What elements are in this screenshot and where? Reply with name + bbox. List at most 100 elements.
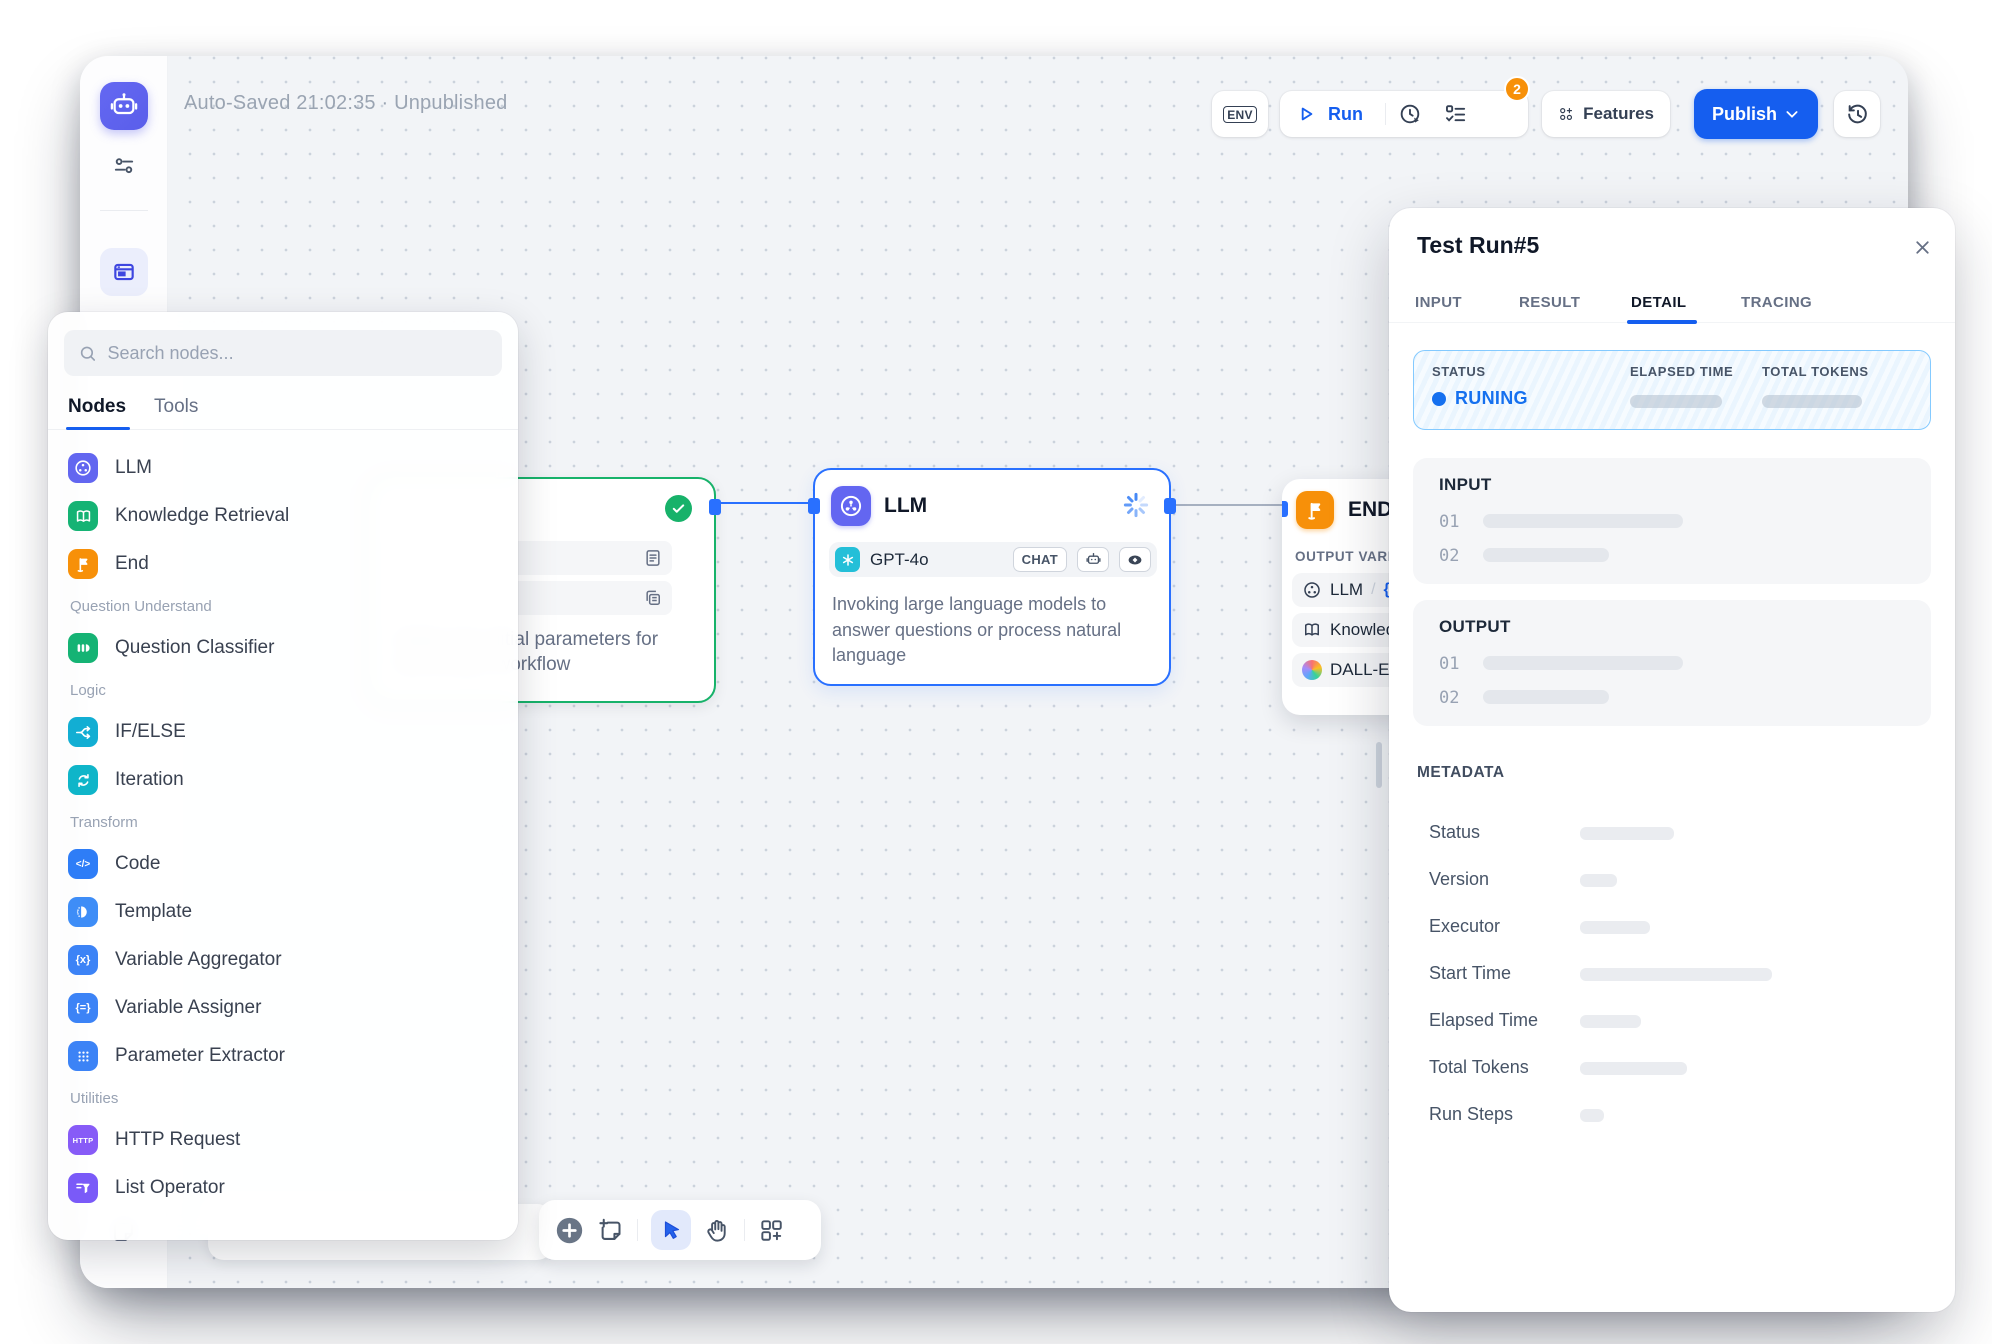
line-number: 02 <box>1439 546 1459 566</box>
tab-tools[interactable]: Tools <box>154 396 198 418</box>
search-box[interactable] <box>64 330 502 376</box>
canvas-control-toolbar <box>539 1200 821 1260</box>
run-toolbar-group: Run <box>1280 91 1528 137</box>
node-item-template[interactable]: Template <box>68 892 192 932</box>
section-header: Logic <box>70 682 106 699</box>
metadata-label: Total Tokens <box>1429 1057 1529 1078</box>
features-button[interactable]: Features <box>1542 91 1670 137</box>
node-item-knowledge-retrieval[interactable]: Knowledge Retrieval <box>68 496 289 536</box>
metadata-title: METADATA <box>1417 764 1505 782</box>
node-item-list-operator[interactable]: List Operator <box>68 1168 225 1208</box>
app-logo-robot-icon[interactable] <box>100 82 148 130</box>
success-check-icon <box>665 495 692 522</box>
tab-input[interactable]: INPUT <box>1415 294 1462 311</box>
end-node-header: END <box>1296 491 1392 529</box>
model-selector[interactable]: GPT-4o CHAT <box>829 542 1157 577</box>
active-tab-underline <box>66 427 130 430</box>
node-item-label: HTTP Request <box>115 1129 240 1151</box>
variable-node-name: DALL-E <box>1330 660 1390 680</box>
version-history-button[interactable] <box>1834 91 1880 137</box>
hand-tool[interactable] <box>704 1217 731 1244</box>
add-note-button[interactable] <box>597 1217 624 1244</box>
checklist-icon[interactable] <box>1443 102 1468 127</box>
output-skeleton <box>1483 690 1609 704</box>
node-item-http-request[interactable]: HTTP HTTP Request <box>68 1120 240 1160</box>
metadata-skeleton <box>1580 1015 1641 1028</box>
book-icon <box>1302 620 1322 640</box>
pointer-tool-active[interactable] <box>651 1210 691 1250</box>
status-card: STATUS ELAPSED TIME TOTAL TOKENS RUNING <box>1413 350 1931 430</box>
notification-badge: 2 <box>1504 76 1530 102</box>
separator: / <box>1371 581 1375 599</box>
run-button[interactable]: Run <box>1328 104 1363 125</box>
node-item-label: IF/ELSE <box>115 721 186 743</box>
node-item-label: End <box>115 553 149 575</box>
node-item-parameter-extractor[interactable]: Parameter Extractor <box>68 1036 285 1076</box>
llm-node-header: LLM <box>831 486 927 526</box>
metadata-label: Start Time <box>1429 963 1511 984</box>
toolbar-divider <box>1385 103 1386 125</box>
node-item-variable-assigner[interactable]: {=} Variable Assigner <box>68 988 261 1028</box>
app-preview-button[interactable] <box>100 248 148 296</box>
iteration-icon <box>68 765 98 795</box>
output-port[interactable] <box>709 499 721 515</box>
history-icon <box>1845 102 1870 127</box>
output-port[interactable] <box>1164 498 1176 514</box>
output-skeleton <box>1483 656 1683 670</box>
node-item-label: Iteration <box>115 769 184 791</box>
variable-aggregator-icon: {x} <box>68 945 98 975</box>
tab-result[interactable]: RESULT <box>1519 294 1580 311</box>
running-spinner-icon <box>1121 490 1151 520</box>
node-item-label: Parameter Extractor <box>115 1045 285 1067</box>
node-item-label: Variable Assigner <box>115 997 261 1019</box>
tab-detail[interactable]: DETAIL <box>1631 294 1686 311</box>
node-picker-panel: Nodes Tools LLM Knowledge Retrieval End … <box>48 312 518 1240</box>
run-history-clock-icon[interactable] <box>1398 102 1423 127</box>
input-port[interactable] <box>1282 501 1288 517</box>
tab-nodes[interactable]: Nodes <box>68 396 126 418</box>
variable-node-name: LLM <box>1330 580 1363 600</box>
settings-sliders-icon[interactable] <box>111 154 137 180</box>
node-item-label: Knowledge Retrieval <box>115 505 289 527</box>
running-status-dot <box>1432 392 1446 406</box>
metadata-skeleton <box>1580 827 1674 840</box>
node-item-variable-aggregator[interactable]: {x} Variable Aggregator <box>68 940 282 980</box>
node-item-if-else[interactable]: IF/ELSE <box>68 712 186 752</box>
node-item-question-classifier[interactable]: Question Classifier <box>68 628 274 668</box>
close-button[interactable] <box>1909 234 1935 260</box>
toolbar-divider <box>744 1219 745 1241</box>
dalle-icon <box>1302 660 1322 680</box>
llm-node[interactable]: LLM GPT-4o CHAT <box>813 468 1171 686</box>
section-header: Transform <box>70 814 138 831</box>
panel-drag-handle[interactable] <box>1376 742 1382 788</box>
llm-node-title: LLM <box>884 494 927 518</box>
edge-llm-to-end <box>1170 504 1283 506</box>
search-input[interactable] <box>107 343 488 364</box>
template-icon <box>68 897 98 927</box>
node-item-llm[interactable]: LLM <box>68 448 152 488</box>
node-item-code[interactable]: </> Code <box>68 844 160 884</box>
play-icon <box>1296 104 1316 124</box>
organize-layout-button[interactable] <box>758 1217 784 1243</box>
node-item-end[interactable]: End <box>68 544 149 584</box>
input-title: INPUT <box>1439 475 1492 495</box>
node-item-iteration[interactable]: Iteration <box>68 760 184 800</box>
toolbar-divider <box>637 1219 638 1241</box>
openai-icon <box>835 547 860 572</box>
vision-eye-badge <box>1119 547 1151 572</box>
env-button[interactable]: ENV <box>1212 91 1268 137</box>
output-title: OUTPUT <box>1439 617 1511 637</box>
input-port[interactable] <box>808 498 820 514</box>
section-header: Utilities <box>70 1090 118 1107</box>
publish-label: Publish <box>1712 104 1777 125</box>
publish-button[interactable]: Publish <box>1694 89 1818 139</box>
chat-mode-badge: CHAT <box>1013 547 1067 572</box>
question-classifier-icon <box>68 633 98 663</box>
node-item-label: Variable Aggregator <box>115 949 282 971</box>
file-text-icon <box>643 548 663 568</box>
agent-robot-badge <box>1077 547 1109 572</box>
tab-tracing[interactable]: TRACING <box>1741 294 1812 311</box>
metadata-label: Elapsed Time <box>1429 1010 1538 1031</box>
status-label: STATUS <box>1432 364 1486 379</box>
add-node-button[interactable] <box>555 1216 584 1245</box>
